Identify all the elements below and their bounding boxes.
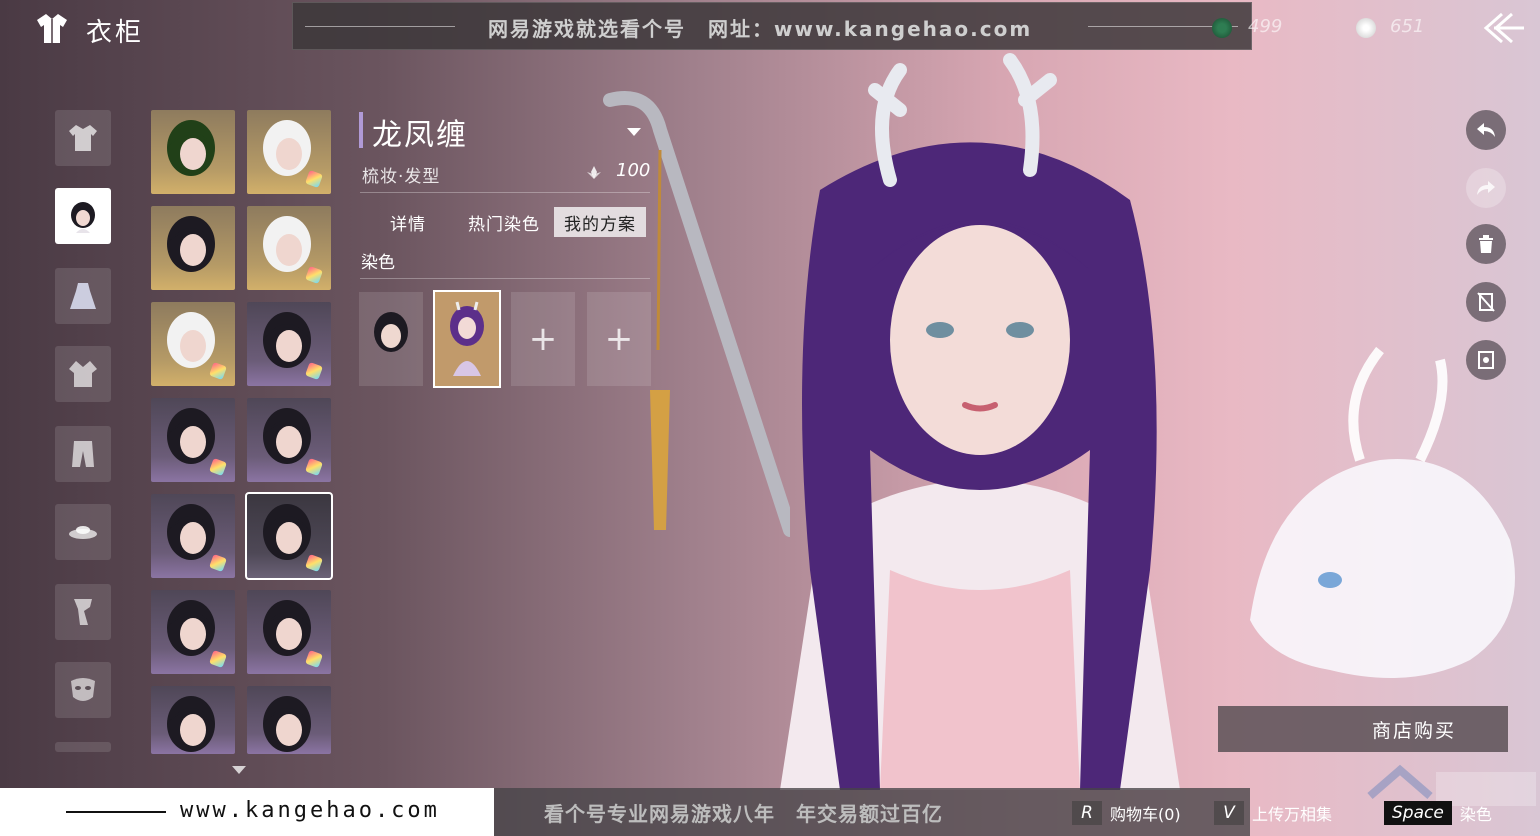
- hairstyle-thumbnail[interactable]: [247, 398, 331, 482]
- tab-popular-dye[interactable]: 热门染色: [458, 207, 550, 237]
- hair-portrait-icon: [374, 312, 408, 352]
- hair-portrait-icon: [263, 600, 323, 668]
- category-pants[interactable]: [55, 426, 111, 482]
- upload-album-shortcut[interactable]: V 上传万相集: [1214, 800, 1332, 826]
- frame-icon: [1478, 351, 1494, 369]
- watermark-url: www.kangehao.com: [180, 798, 440, 823]
- category-dress[interactable]: [55, 268, 111, 324]
- hairstyle-thumbnail[interactable]: [151, 398, 235, 482]
- hide-ui-button[interactable]: [1466, 282, 1506, 322]
- jacket-icon: [69, 361, 97, 387]
- hair-portrait-icon: [167, 408, 227, 476]
- category-hairstyle[interactable]: [55, 188, 111, 244]
- watermark-slogan: 看个号专业网易游戏八年 年交易额过百亿: [544, 802, 943, 826]
- shop-buy-button[interactable]: 商店购买: [1218, 706, 1508, 752]
- album-label: 上传万相集: [1252, 805, 1333, 824]
- undo-icon: [1477, 123, 1495, 137]
- category-mask[interactable]: [55, 662, 111, 718]
- category-more[interactable]: [55, 742, 111, 752]
- watermark-banner-top: 网易游戏就选看个号 网址：www.kangehao.com: [292, 2, 1252, 50]
- dress-icon: [70, 283, 96, 309]
- jade-currency-amount: 499: [1248, 16, 1283, 37]
- hair-portrait-icon: [167, 696, 215, 752]
- delete-button[interactable]: [1466, 224, 1506, 264]
- watermark-text-top: 网易游戏就选看个号 网址：www.kangehao.com: [488, 17, 1033, 41]
- scarf-icon: [74, 599, 92, 625]
- robe-icon: [69, 125, 97, 151]
- hair-portrait-icon: [263, 408, 323, 476]
- watermark-url-strip: www.kangehao.com: [0, 788, 494, 836]
- pants-icon: [72, 441, 94, 467]
- hairstyle-thumbnail[interactable]: [151, 302, 235, 386]
- hairstyle-thumbnail[interactable]: [151, 686, 235, 754]
- hair-portrait-icon: [167, 600, 227, 668]
- jade-currency-icon: [1212, 18, 1232, 38]
- tab-details[interactable]: 详情: [380, 207, 436, 237]
- dye-section-label: 染色: [361, 253, 395, 273]
- mask-icon: [71, 678, 95, 701]
- hair-portrait-icon: [167, 216, 215, 272]
- character-model: [780, 53, 1180, 790]
- dye-scheme-purple[interactable]: [433, 290, 501, 388]
- pearl-currency-icon: [1356, 18, 1376, 38]
- trash-icon: [1479, 235, 1493, 253]
- hairstyle-thumbnail[interactable]: [151, 110, 235, 194]
- hair-portrait-icon: [263, 696, 311, 752]
- hair-portrait-icon: [263, 216, 323, 284]
- item-type: 梳妆·发型: [362, 167, 441, 187]
- scroll-down-icon[interactable]: [232, 766, 246, 774]
- page-title: 衣柜: [86, 18, 145, 48]
- hat-icon: [69, 526, 97, 539]
- hairstyle-thumbnail[interactable]: [247, 110, 331, 194]
- album-key: V: [1214, 801, 1244, 825]
- pearl-currency-amount: 651: [1390, 16, 1425, 37]
- hairstyle-thumbnail[interactable]: [247, 206, 331, 290]
- dye-label: 染色: [1459, 805, 1492, 824]
- hairstyle-thumbnail[interactable]: [247, 686, 331, 754]
- dye-shortcut[interactable]: Space 染色: [1384, 800, 1492, 826]
- hair-portrait-icon: [71, 202, 95, 233]
- hairstyle-thumbnail[interactable]: [247, 302, 331, 386]
- category-top-garment[interactable]: [55, 110, 111, 166]
- category-jacket[interactable]: [55, 346, 111, 402]
- hair-portrait-icon: [167, 504, 227, 572]
- dye-scheme-default[interactable]: [359, 292, 423, 386]
- title-accent-bar: [359, 112, 363, 148]
- hide-icon: [1477, 292, 1495, 312]
- cart-shortcut[interactable]: R 购物车(0): [1072, 800, 1181, 826]
- hairstyle-thumbnail[interactable]: [151, 590, 235, 674]
- hairstyle-thumbnail[interactable]: [245, 492, 333, 580]
- wardrobe-icon: [37, 14, 67, 43]
- hairstyle-thumbnail[interactable]: [247, 590, 331, 674]
- hair-portrait-icon: [167, 120, 215, 176]
- wardrobe-save-button[interactable]: [1466, 340, 1506, 380]
- hair-portrait-icon: [167, 312, 227, 380]
- close-back-icon[interactable]: [1480, 10, 1526, 46]
- dragon-pet-illustration: [1250, 346, 1515, 678]
- item-name: 龙凤缠: [372, 118, 468, 153]
- cart-label: 购物车(0): [1110, 805, 1181, 824]
- redo-icon: [1477, 181, 1495, 195]
- cart-key: R: [1072, 801, 1102, 825]
- hair-portrait-icon: [263, 120, 323, 188]
- hairstyle-thumbnail[interactable]: [151, 206, 235, 290]
- hair-portrait-icon: [263, 504, 323, 572]
- category-hat[interactable]: [55, 504, 111, 560]
- character-portrait-icon: [450, 301, 484, 376]
- hairstyle-thumbnail[interactable]: [151, 494, 235, 578]
- redo-button[interactable]: [1466, 168, 1506, 208]
- add-dye-scheme-button-1[interactable]: +: [511, 292, 575, 386]
- dye-key: Space: [1384, 801, 1452, 825]
- category-scarf[interactable]: [55, 584, 111, 640]
- hair-portrait-icon: [263, 312, 323, 380]
- undo-button[interactable]: [1466, 110, 1506, 150]
